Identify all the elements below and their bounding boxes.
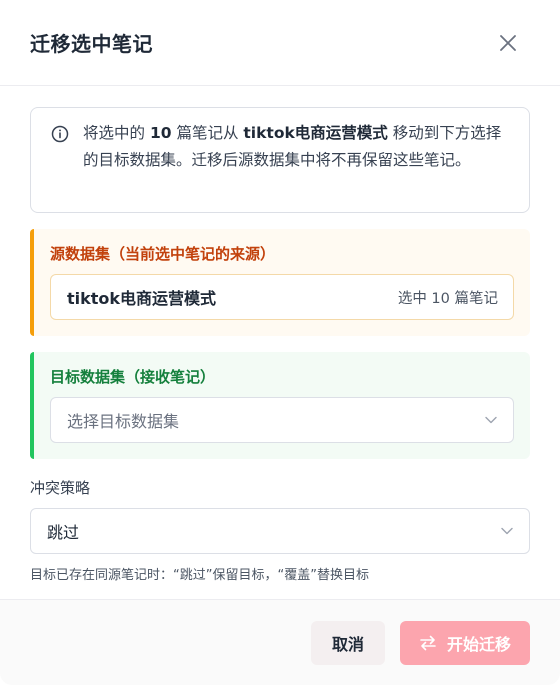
info-text-part: 将选中的 xyxy=(83,124,150,142)
source-dataset-name: tiktok电商运营模式 xyxy=(67,289,217,308)
dialog-title: 迁移选中笔记 xyxy=(30,32,153,56)
info-text: 将选中的 10 篇笔记从 tiktok电商运营模式 移动到下方选择的目标数据集。… xyxy=(83,120,509,200)
chevron-down-icon xyxy=(501,527,513,535)
conflict-strategy-select[interactable]: 跳过 xyxy=(30,508,530,554)
source-section-title: 源数据集（当前选中笔记的来源） xyxy=(50,245,276,263)
dialog-body: 将选中的 10 篇笔记从 tiktok电商运营模式 移动到下方选择的目标数据集。… xyxy=(0,86,560,583)
source-dataset-section: 源数据集（当前选中笔记的来源） tiktok电商运营模式 选中 10 篇笔记 xyxy=(30,229,530,336)
info-note-count: 10 xyxy=(149,124,172,142)
start-migration-button[interactable]: 开始迁移 xyxy=(400,620,530,665)
conflict-strategy-value: 跳过 xyxy=(47,523,80,542)
target-select-placeholder: 选择目标数据集 xyxy=(67,412,180,431)
chevron-down-icon xyxy=(485,416,497,424)
start-migration-label: 开始迁移 xyxy=(446,634,511,654)
close-icon xyxy=(500,34,516,51)
target-section-title: 目标数据集（接收笔记） xyxy=(50,368,216,386)
conflict-strategy-label: 冲突策略 xyxy=(30,479,91,497)
source-dataset-box: tiktok电商运营模式 选中 10 篇笔记 xyxy=(50,274,514,320)
dialog-header: 迁移选中笔记 xyxy=(0,0,560,86)
migrate-notes-dialog: 迁移选中笔记 将选中的 10 篇笔记从 tiktok电商运营模式 移动到下方选择… xyxy=(0,0,560,685)
info-circle-icon xyxy=(51,125,69,143)
cancel-button[interactable]: 取消 xyxy=(311,620,385,665)
conflict-strategy-hint: 目标已存在同源笔记时：“跳过”保留目标，“覆盖”替换目标 xyxy=(30,568,369,583)
selected-count: 选中 10 篇笔记 xyxy=(397,290,498,307)
target-dataset-section: 目标数据集（接收笔记） 选择目标数据集 xyxy=(30,352,530,459)
dialog-footer: 取消 开始迁移 xyxy=(0,599,560,685)
info-text-part: 篇笔记从 xyxy=(171,124,244,142)
info-notice: 将选中的 10 篇笔记从 tiktok电商运营模式 移动到下方选择的目标数据集。… xyxy=(30,107,530,213)
swap-arrows-icon xyxy=(420,635,436,650)
target-dataset-select[interactable]: 选择目标数据集 xyxy=(50,397,514,443)
close-button[interactable] xyxy=(496,31,520,55)
info-source-name: tiktok电商运营模式 xyxy=(243,124,388,142)
cancel-label: 取消 xyxy=(331,634,364,654)
